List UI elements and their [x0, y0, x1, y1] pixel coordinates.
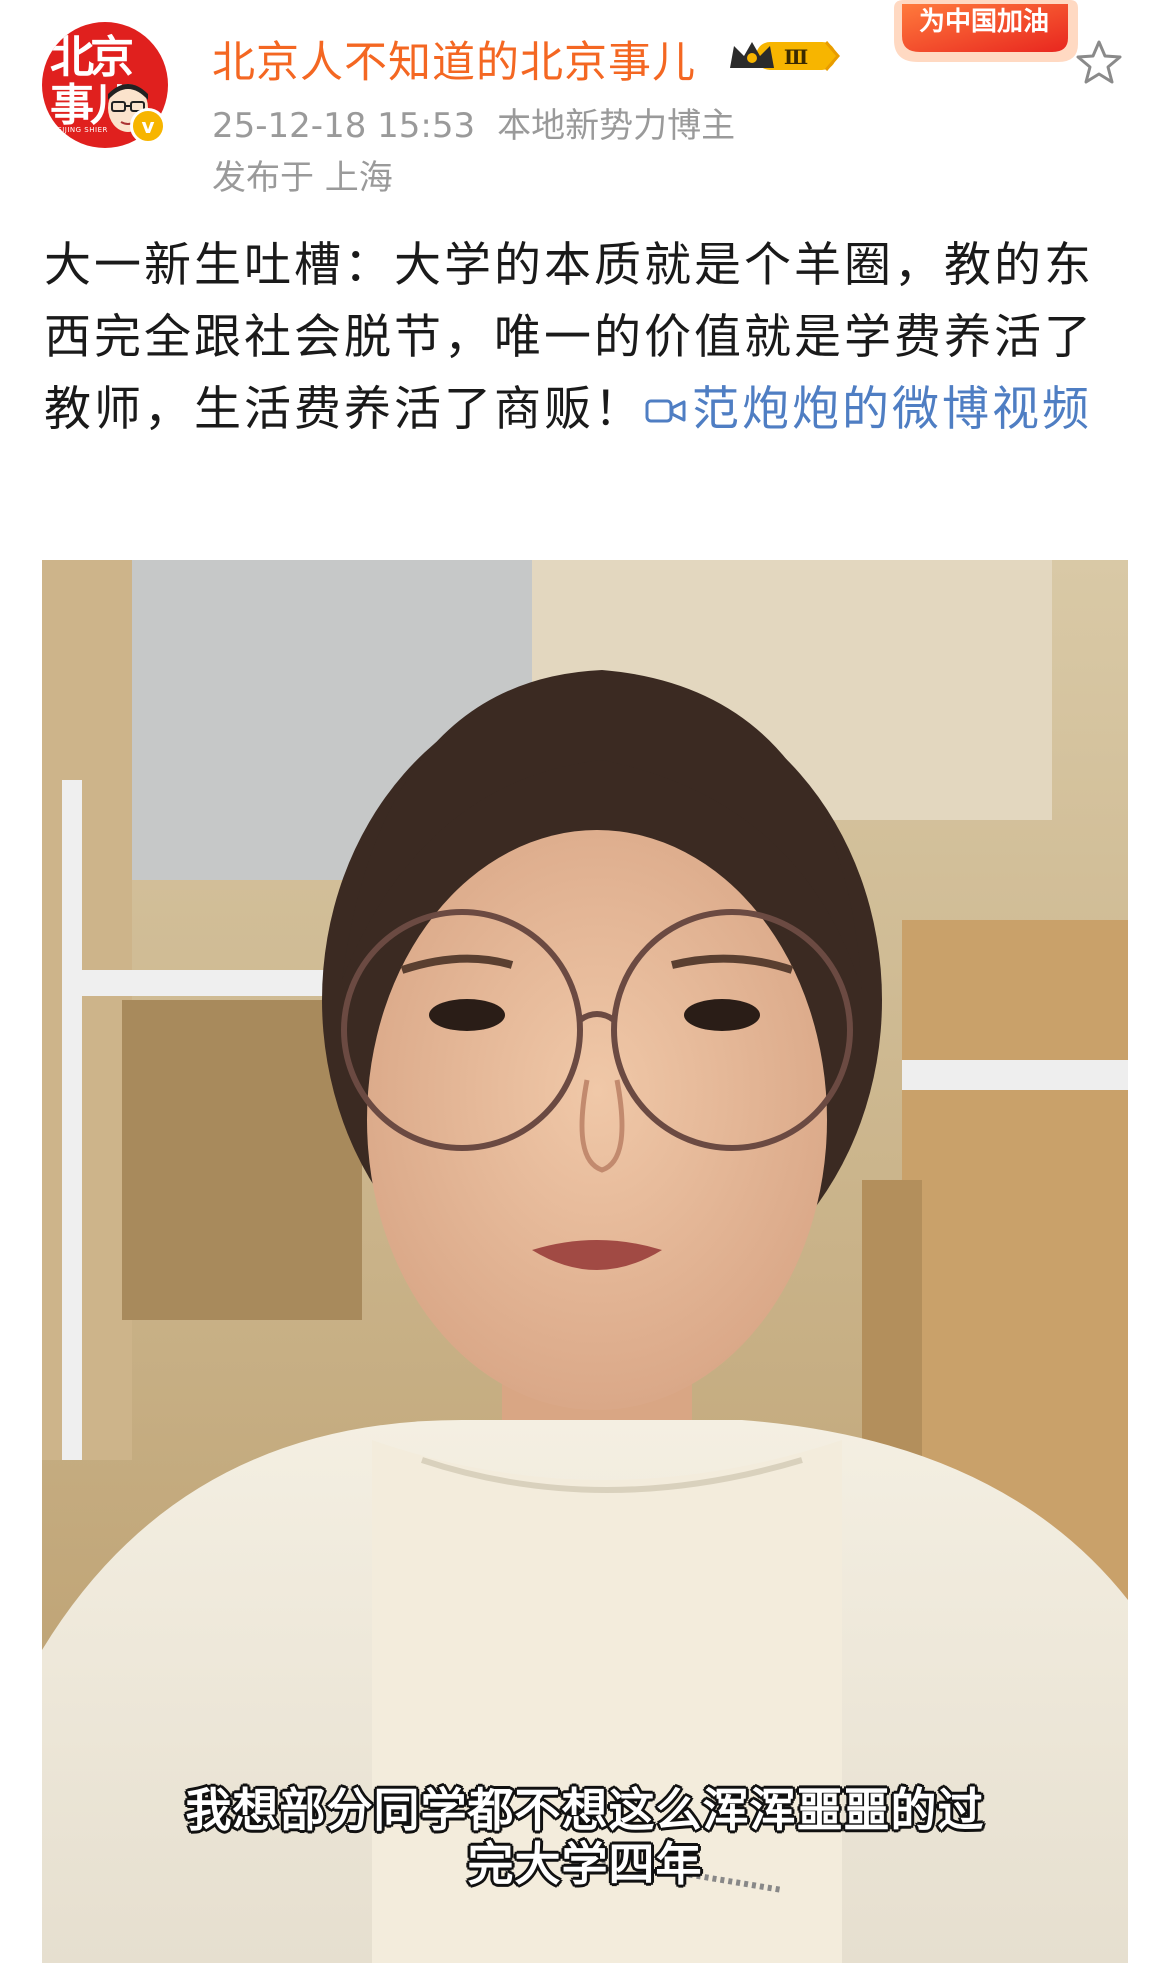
promo-banner[interactable]: 为中国加油 — [888, 0, 1078, 70]
post-text: 大一新生吐槽：大学的本质就是个羊圈，教的东西完全跟社会脱节，唯一的价值就是学费养… — [44, 230, 1134, 446]
post-meta: 25-12-18 15:53 本地新势力博主 — [212, 98, 735, 147]
video-link-label: 范炮炮的微博视频 — [692, 382, 1092, 437]
star-icon[interactable] — [1074, 38, 1124, 88]
video-player[interactable]: 我想部分同学都不想这么浑浑噩噩的过 完大学四年 — [42, 560, 1128, 1963]
level-badge-label: Ⅲ — [784, 45, 808, 69]
author-name[interactable]: 北京人不知道的北京事儿 — [212, 28, 696, 90]
video-frame-image — [42, 560, 1128, 1963]
post-timestamp: 25-12-18 15:53 — [212, 106, 476, 146]
video-subtitle-line-2: 完大学四年 — [467, 1837, 703, 1891]
video-link[interactable]: 范炮炮的微博视频 — [644, 382, 1092, 437]
verified-badge: v — [130, 108, 166, 144]
author-role: 本地新势力博主 — [497, 106, 736, 146]
avatar-logo-subtitle: BEIJING SHIER — [52, 126, 108, 134]
video-camera-icon — [645, 399, 686, 423]
promo-banner-text: 为中国加油 — [919, 7, 1049, 37]
post-location: 发布于 上海 — [212, 158, 393, 198]
crown-icon[interactable]: Ⅲ — [726, 36, 842, 76]
